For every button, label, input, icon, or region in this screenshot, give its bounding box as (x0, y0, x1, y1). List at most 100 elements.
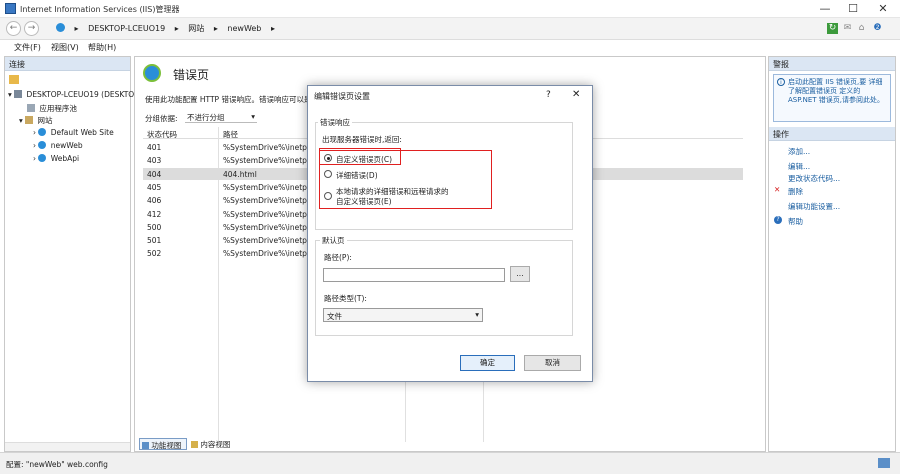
path-input[interactable] (323, 268, 505, 282)
group-by-label: 分组依据: (145, 114, 178, 123)
globe-icon (56, 23, 65, 32)
globe-icon (38, 128, 47, 136)
menu-help[interactable]: 帮助(H) (88, 42, 116, 53)
globe-icon (38, 154, 47, 162)
cell-status-code: 403 (147, 156, 162, 166)
forward-button[interactable]: → (24, 21, 39, 36)
minimize-button[interactable]: — (810, 0, 840, 18)
edit-error-pages-dialog: 编辑错误页设置 ? ✕ 错误响应 出现服务器错误时,返回: 自定义错误页(C) … (307, 85, 593, 382)
iis-app-icon (5, 3, 16, 14)
tree-server[interactable]: ▾ DESKTOP-LCEUO19 (DESKTOP (8, 90, 139, 99)
path-label: 路径(P): (324, 253, 352, 262)
error-question: 出现服务器错误时,返回: (322, 135, 402, 144)
features-view-icon (142, 442, 149, 449)
feature-description: 使用此功能配置 HTTP 错误响应。错误响应可以是 (145, 95, 312, 104)
cell-path: %SystemDrive%\inetp... (223, 182, 313, 192)
cell-status-code: 501 (147, 236, 162, 246)
action-change-status-code[interactable]: 更改状态代码... (788, 173, 840, 184)
crumb-separator: ▸ (270, 24, 275, 33)
expand-icon[interactable]: › (33, 128, 36, 137)
delete-icon[interactable]: ✕ (774, 185, 780, 194)
collapse-icon[interactable]: ▾ (19, 116, 23, 125)
tree-default-site[interactable]: › Default Web Site (33, 128, 114, 137)
cell-path: %SystemDrive%\inetp... (223, 209, 313, 219)
connect-icon[interactable] (9, 75, 19, 84)
cancel-button[interactable]: 取消 (524, 355, 581, 371)
cell-path: 404.html (223, 169, 257, 179)
actions-header: 操作 (769, 127, 895, 141)
content-view-icon (191, 441, 198, 448)
home-icon[interactable]: ⌂ (856, 23, 867, 34)
back-button[interactable]: ← (6, 21, 21, 36)
crumb-sites[interactable]: 网站 (188, 24, 204, 33)
alert-text[interactable]: 启动此配置 IIS 错误页,要 详细了解配置错误页 定义的 ASP.NET 错误… (788, 78, 884, 104)
cell-status-code: 502 (147, 249, 162, 259)
alert-box: i 启动此配置 IIS 错误页,要 详细了解配置错误页 定义的 ASP.NET … (773, 74, 891, 122)
path-type-select[interactable]: 文件 ▾ (323, 308, 483, 322)
action-help[interactable]: 帮助 (788, 216, 803, 227)
tree-webapi[interactable]: › WebApi (33, 154, 79, 163)
close-button[interactable]: ✕ (868, 0, 898, 18)
tab-features-view[interactable]: 功能视图 (139, 438, 187, 450)
ok-button[interactable]: 确定 (460, 355, 515, 371)
menu-view[interactable]: 视图(V) (51, 42, 79, 53)
action-delete[interactable]: 删除 (788, 186, 803, 197)
crumb-separator: ▸ (74, 24, 79, 33)
cell-path: %SystemDrive%\inetp... (223, 236, 313, 246)
cell-path: %SystemDrive%\inetp... (223, 249, 313, 259)
group-by-select[interactable]: 不进行分组 ▾ (185, 111, 257, 123)
connections-header: 连接 (5, 57, 130, 71)
refresh-icon[interactable]: ↻ (827, 23, 838, 34)
maximize-button[interactable]: ☐ (838, 0, 868, 18)
help-icon: ? (774, 216, 782, 224)
expand-icon[interactable]: › (33, 154, 36, 163)
dialog-close-button[interactable]: ✕ (572, 89, 580, 100)
folder-icon (25, 116, 34, 124)
page-title: 错误页 (173, 68, 210, 82)
column-status-code[interactable]: 状态代码 (147, 129, 177, 140)
action-add[interactable]: 添加... (788, 146, 810, 157)
stop-icon[interactable]: ✉ (842, 23, 853, 34)
network-icon (878, 458, 890, 468)
crumb-site[interactable]: newWeb (227, 24, 261, 33)
dialog-title: 编辑错误页设置 (314, 92, 370, 101)
column-path[interactable]: 路径 (223, 129, 238, 140)
app-pool-icon (27, 104, 35, 112)
collapse-icon[interactable]: ▾ (8, 90, 12, 99)
cell-status-code: 500 (147, 222, 162, 232)
cell-path: %SystemDrive%\inetp... (223, 196, 313, 206)
cell-path: %SystemDrive%\inetp... (223, 156, 313, 166)
status-text: 配置: "newWeb" web.config (6, 460, 108, 469)
alerts-header: 警报 (769, 57, 895, 71)
chevron-down-icon: ▾ (251, 112, 255, 121)
menu-bar: 文件(F) 视图(V) 帮助(H) (0, 40, 900, 55)
cell-status-code: 405 (147, 182, 162, 192)
horizontal-scrollbar[interactable] (5, 442, 130, 451)
crumb-separator: ▸ (213, 24, 218, 33)
cell-status-code: 401 (147, 143, 162, 152)
action-edit-feature-settings[interactable]: 编辑功能设置... (788, 201, 840, 212)
server-icon (14, 90, 23, 98)
cell-status-code: 412 (147, 209, 162, 219)
expand-icon[interactable]: › (33, 141, 36, 150)
path-type-value: 文件 (327, 312, 342, 321)
group-by-value: 不进行分组 (187, 113, 225, 122)
tree-newweb[interactable]: › newWeb (33, 141, 83, 150)
window-title: Internet Information Services (IIS)管理器 (20, 5, 180, 14)
menu-file[interactable]: 文件(F) (14, 42, 41, 53)
tree-app-pools[interactable]: 应用程序池 (27, 103, 77, 114)
error-pages-icon (143, 64, 161, 82)
title-bar: Internet Information Services (IIS)管理器 —… (0, 0, 900, 18)
action-edit[interactable]: 编辑... (788, 161, 810, 172)
error-response-legend: 错误响应 (318, 117, 352, 128)
highlight-box-options (319, 150, 492, 209)
tab-content-view[interactable]: 内容视图 (189, 438, 237, 450)
crumb-server[interactable]: DESKTOP-LCEUO19 (88, 24, 165, 33)
help-icon[interactable]: ❷ (872, 23, 883, 34)
crumb-separator: ▸ (174, 24, 179, 33)
tree-sites[interactable]: ▾ 网站 (19, 115, 53, 126)
dialog-help-button[interactable]: ? (546, 90, 551, 100)
cell-status-code: 404 (147, 169, 162, 179)
browse-button[interactable]: ... (510, 266, 530, 282)
globe-icon (38, 141, 47, 149)
